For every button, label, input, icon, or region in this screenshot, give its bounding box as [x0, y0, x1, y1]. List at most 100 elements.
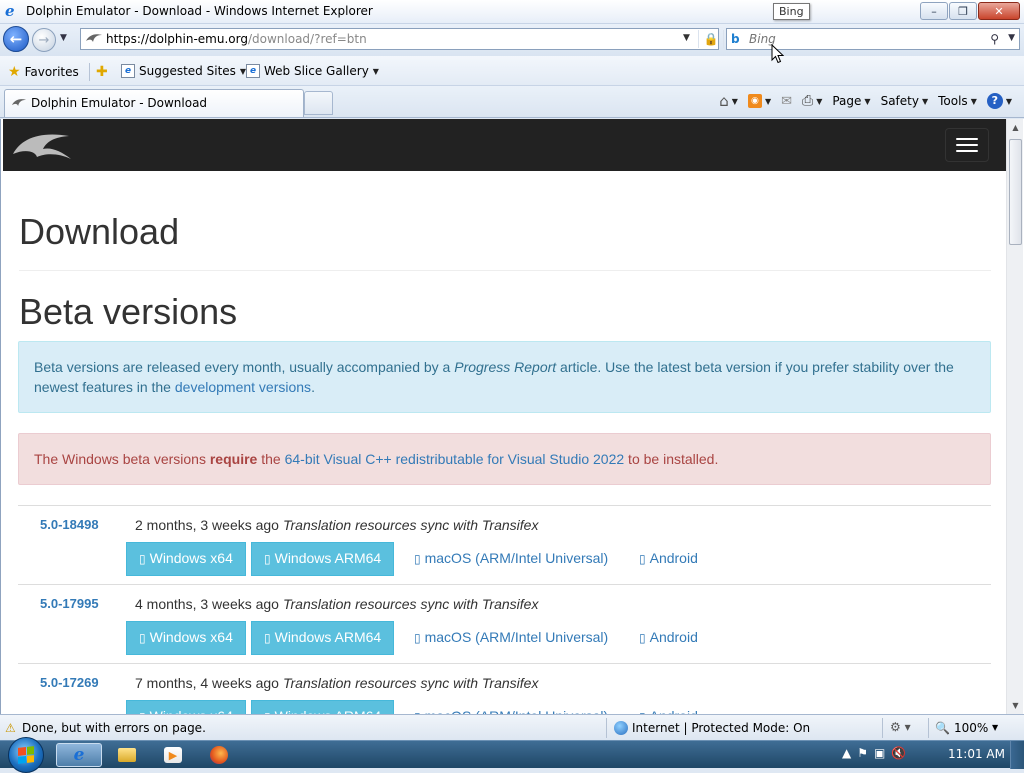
- windows-flag-icon: [18, 746, 34, 764]
- search-options-dropdown-icon[interactable]: ▼: [1008, 33, 1015, 43]
- rss-feed-icon: ◉: [747, 94, 762, 108]
- show-hidden-icons-icon[interactable]: ▲: [842, 746, 851, 760]
- apple-glyph-icon: ▯: [414, 631, 421, 645]
- action-center-flag-icon[interactable]: ⚑: [857, 746, 868, 760]
- scroll-thumb[interactable]: [1009, 139, 1022, 245]
- download-macos-link[interactable]: ▯macOS (ARM/Intel Universal): [414, 550, 608, 566]
- download-macos-link[interactable]: ▯macOS (ARM/Intel Universal): [414, 629, 608, 645]
- bing-tooltip: Bing: [773, 3, 810, 20]
- page-menu[interactable]: Page ▼: [828, 94, 874, 108]
- taskbar-explorer[interactable]: [104, 743, 150, 767]
- minimize-button[interactable]: –: [920, 2, 948, 20]
- apple-glyph-icon: ▯: [414, 552, 421, 566]
- menu-toggle-button[interactable]: [945, 128, 989, 162]
- download-windows-x64-button[interactable]: ▯Windows x64: [126, 542, 246, 576]
- address-bar[interactable]: https://dolphin-emu.org/download/?ref=bt…: [80, 28, 791, 50]
- page-title: Download: [19, 211, 180, 252]
- web-page: Download Beta versions Beta versions are…: [3, 119, 1006, 714]
- taskbar-clock[interactable]: 11:01 AM: [948, 747, 1005, 761]
- release-version-link[interactable]: 5.0-17995: [40, 596, 99, 611]
- hamburger-bar: [956, 150, 978, 152]
- taskbar-firefox[interactable]: [196, 743, 242, 767]
- new-tab-button[interactable]: [304, 91, 333, 115]
- hamburger-bar: [956, 144, 978, 146]
- download-windows-x64-button[interactable]: ▯Windows x64: [126, 700, 246, 714]
- maximize-button[interactable]: ❐: [949, 2, 977, 20]
- download-windows-arm64-button[interactable]: ▯Windows ARM64: [251, 700, 395, 714]
- network-icon[interactable]: ▣: [874, 746, 885, 760]
- search-icon[interactable]: ⚲: [990, 32, 999, 46]
- taskbar-media-player[interactable]: ▶: [150, 743, 196, 767]
- zoom-icon: 🔍: [935, 721, 950, 735]
- tab-dolphin-download[interactable]: Dolphin Emulator - Download: [4, 89, 304, 117]
- download-android-link[interactable]: ▯Android: [639, 629, 698, 645]
- internet-explorer-icon: e: [73, 745, 85, 765]
- system-tray: ▲ ⚑ ▣ 🔇: [842, 746, 906, 760]
- security-zone[interactable]: Internet | Protected Mode: On: [614, 721, 810, 735]
- dolphin-logo-icon[interactable]: [11, 127, 75, 163]
- close-button[interactable]: ✕: [978, 2, 1020, 20]
- ie-window: e Dolphin Emulator - Download - Windows …: [0, 0, 1024, 773]
- lock-icon[interactable]: 🔒: [698, 30, 723, 48]
- release-row: 5.0-17995 4 months, 3 weeks ago Translati…: [18, 584, 991, 663]
- tools-menu[interactable]: Tools ▼: [934, 94, 981, 108]
- suggested-sites-link[interactable]: e Suggested Sites ▼: [121, 64, 246, 78]
- help-menu[interactable]: ? ▼: [983, 93, 1016, 109]
- favorites-star-icon: ★: [8, 64, 21, 80]
- download-windows-arm64-button[interactable]: ▯Windows ARM64: [251, 621, 395, 655]
- read-mail-button[interactable]: ✉: [777, 94, 796, 109]
- popup-blocker-icon[interactable]: ⚙ ▾: [890, 720, 911, 734]
- android-glyph-icon: ▯: [639, 552, 646, 566]
- title-bar: e Dolphin Emulator - Download - Windows …: [0, 0, 1024, 24]
- download-android-link[interactable]: ▯Android: [639, 550, 698, 566]
- back-button[interactable]: ←: [3, 26, 29, 52]
- add-favorite-icon: ✚: [96, 64, 108, 80]
- tab-bar: Dolphin Emulator - Download ⌂ ▼ ◉ ▼ ✉ ⎙ ▼ P…: [0, 86, 1024, 118]
- search-input[interactable]: [749, 31, 989, 47]
- scroll-up-icon[interactable]: ▲: [1007, 119, 1024, 136]
- development-versions-link[interactable]: development versions: [175, 379, 311, 395]
- forward-button[interactable]: →: [32, 28, 56, 52]
- help-icon: ?: [986, 93, 1003, 109]
- home-button[interactable]: ⌂ ▼: [715, 92, 742, 110]
- recent-pages-dropdown-icon[interactable]: ▼: [60, 33, 67, 43]
- vertical-scrollbar[interactable]: ▲ ▼: [1006, 119, 1023, 714]
- add-to-favorites-bar-button[interactable]: ✚: [96, 64, 108, 80]
- windows-glyph-icon: ▯: [264, 552, 271, 566]
- site-navbar: [3, 119, 1006, 171]
- windows-glyph-icon: ▯: [264, 631, 271, 645]
- release-meta: 4 months, 3 weeks ago Translation resourc…: [135, 596, 539, 612]
- site-favicon-icon: [85, 32, 103, 46]
- volume-muted-icon[interactable]: 🔇: [891, 746, 906, 760]
- safety-menu[interactable]: Safety ▼: [877, 94, 933, 108]
- chevron-down-icon: ▼: [372, 66, 379, 76]
- windows-glyph-icon: ▯: [139, 552, 146, 566]
- folder-icon: [118, 748, 136, 762]
- hamburger-bar: [956, 138, 978, 140]
- download-windows-x64-button[interactable]: ▯Windows x64: [126, 621, 246, 655]
- status-divider: [606, 718, 607, 738]
- status-bar: ⚠ Done, but with errors on page. Interne…: [0, 714, 1024, 740]
- favorites-button[interactable]: ★ Favorites: [8, 64, 79, 80]
- release-version-link[interactable]: 5.0-17269: [40, 675, 99, 690]
- zoom-dropdown-icon[interactable]: ▼: [992, 723, 998, 732]
- window-controls: – ❐ ✕: [920, 2, 1020, 20]
- show-desktop-button[interactable]: [1010, 741, 1024, 769]
- feeds-button[interactable]: ◉ ▼: [744, 94, 775, 108]
- url-text[interactable]: https://dolphin-emu.org/download/?ref=bt…: [106, 32, 367, 46]
- download-windows-arm64-button[interactable]: ▯Windows ARM64: [251, 542, 395, 576]
- window-title: Dolphin Emulator - Download - Windows In…: [26, 4, 373, 18]
- vcredist-link[interactable]: 64-bit Visual C++ redistributable for Vi…: [285, 451, 625, 467]
- release-version-link[interactable]: 5.0-18498: [40, 517, 99, 532]
- web-slice-gallery-link[interactable]: e Web Slice Gallery ▼: [246, 64, 379, 78]
- taskbar-internet-explorer[interactable]: e: [56, 743, 102, 767]
- warning-icon[interactable]: ⚠: [5, 721, 19, 735]
- requirement-alert: The Windows beta versions require the 64…: [18, 433, 991, 485]
- zoom-control[interactable]: 🔍 100%: [935, 721, 988, 735]
- ie-page-icon: e: [246, 64, 260, 78]
- address-dropdown-icon[interactable]: ▼: [683, 33, 690, 43]
- navigation-bar: ← → ▼ https://dolphin-emu.org/download/?…: [0, 24, 1024, 56]
- status-text: Done, but with errors on page.: [22, 721, 206, 735]
- print-button[interactable]: ⎙ ▼: [798, 93, 826, 109]
- scroll-down-icon[interactable]: ▼: [1007, 697, 1024, 714]
